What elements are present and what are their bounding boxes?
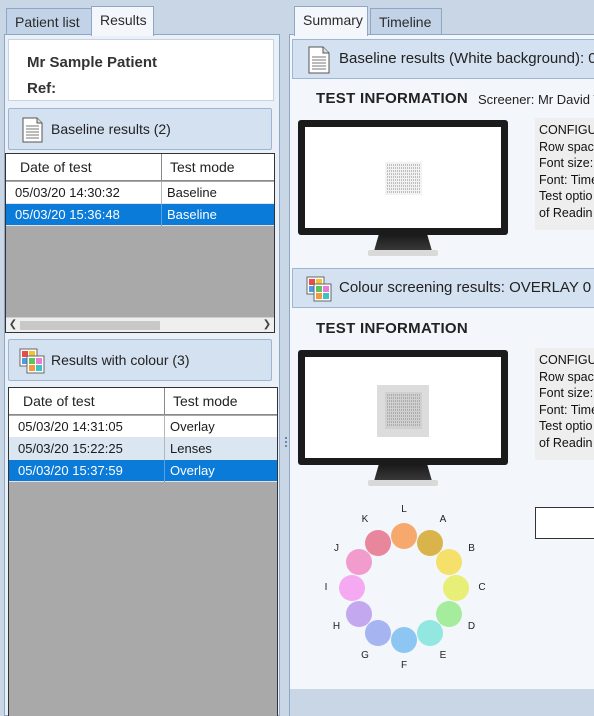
colour-swatch-label: G	[361, 649, 369, 661]
colour-swatch-label: J	[333, 543, 339, 554]
document-icon	[308, 46, 330, 74]
table-row[interactable]: 05/03/20 15:22:25 Lenses	[9, 438, 277, 460]
colour-swatch-c	[443, 575, 469, 601]
row-mode: Overlay	[170, 463, 215, 478]
colour-swatch-label: K	[361, 514, 369, 526]
row-date: 05/03/20 15:37:59	[18, 463, 123, 478]
overlay-sample-thumbnail	[377, 385, 429, 437]
colour-swatch-label: B	[468, 543, 475, 554]
config-line: Test optio	[539, 419, 593, 434]
config-line: Test optio	[539, 189, 593, 204]
config-line: Row spac	[539, 369, 594, 384]
colour-swatch-d	[436, 601, 463, 627]
colour-swatch-g	[365, 620, 391, 647]
config-line: CONFIGU	[539, 123, 594, 137]
colour-swatch-label: H	[332, 621, 341, 632]
row-mode: Baseline	[167, 207, 217, 222]
results-panel: Mr Sample Patient Ref: Baseline results …	[4, 34, 280, 716]
colour-swatch-label: A	[439, 514, 447, 526]
colour-swatch-j	[345, 549, 372, 575]
row-mode: Overlay	[170, 419, 215, 434]
colour-swatch-f	[391, 627, 417, 653]
tab-results[interactable]: Results	[91, 6, 154, 36]
row-date: 05/03/20 15:36:48	[15, 207, 120, 222]
patient-ref-label: Ref:	[27, 80, 57, 97]
colour-swatch-b	[436, 549, 463, 575]
config-line: of Readin	[539, 205, 593, 220]
tab-patient-list[interactable]: Patient list	[6, 8, 92, 36]
row-mode: Baseline	[167, 185, 217, 200]
colour-swatch-l	[391, 523, 417, 549]
config-line: CONFIGU	[539, 353, 594, 367]
colour-swatch-i	[339, 575, 365, 601]
table-row-selected[interactable]: 05/03/20 15:37:59 Overlay	[9, 460, 277, 482]
baseline-summary-title: Baseline results (White background): 05	[339, 50, 594, 67]
scrollbar-thumb[interactable]	[20, 321, 160, 330]
config-line: Font: Time	[539, 172, 594, 187]
colour-swatch-label: D	[467, 621, 476, 632]
patient-name: Mr Sample Patient	[27, 54, 158, 71]
config-line: Font size:	[539, 156, 594, 171]
table-header: Date of test Test mode	[6, 154, 274, 181]
column-header-date[interactable]: Date of test	[20, 154, 92, 181]
horizontal-scrollbar[interactable]: ❮ ❯	[6, 317, 274, 332]
colour-palette-icon	[306, 276, 332, 302]
baseline-results-table[interactable]: Date of test Test mode 05/03/20 14:30:32…	[5, 153, 275, 333]
tab-summary[interactable]: Summary	[294, 6, 368, 36]
colour-swatch-label: E	[439, 649, 447, 661]
result-box	[535, 507, 594, 539]
colour-palette-icon	[19, 348, 45, 374]
colour-results-label: Results with colour (3)	[51, 352, 190, 368]
summary-panel: Baseline results (White background): 05 …	[289, 34, 594, 716]
scroll-right-icon[interactable]: ❯	[260, 318, 274, 333]
table-row-selected[interactable]: 05/03/20 15:36:48 Baseline	[6, 204, 274, 226]
column-header-date[interactable]: Date of test	[23, 388, 95, 415]
config-line: Row spac	[539, 139, 594, 154]
config-line: Font size:	[539, 386, 594, 401]
bottom-band	[290, 689, 594, 716]
colour-summary-title: Colour screening results: OVERLAY 0	[339, 279, 592, 296]
baseline-results-header[interactable]: Baseline results (2)	[8, 108, 272, 150]
pane-splitter[interactable]	[284, 436, 288, 450]
colour-swatch-label: I	[324, 582, 328, 593]
colour-swatch-a	[417, 529, 443, 556]
colour-summary-header: Colour screening results: OVERLAY 0	[292, 268, 594, 308]
screener-label: Screener: Mr David T	[478, 92, 594, 107]
config-line: Font: Time	[539, 402, 594, 417]
colour-swatch-h	[345, 601, 372, 627]
colour-swatch-label: C	[478, 582, 486, 593]
baseline-summary-header: Baseline results (White background): 05	[292, 39, 594, 79]
row-mode: Lenses	[170, 441, 212, 456]
table-row[interactable]: 05/03/20 14:31:05 Overlay	[9, 416, 277, 438]
row-date: 05/03/20 14:30:32	[15, 185, 120, 200]
table-row[interactable]: 05/03/20 14:30:32 Baseline	[6, 182, 274, 204]
column-header-mode[interactable]: Test mode	[173, 388, 238, 415]
column-header-mode[interactable]: Test mode	[170, 154, 235, 181]
configuration-panel-colour: CONFIGU Row spac Font size: Font: Time T…	[535, 348, 594, 460]
tab-timeline[interactable]: Timeline	[370, 8, 442, 36]
baseline-results-label: Baseline results (2)	[51, 121, 171, 137]
colour-swatch-e	[417, 620, 443, 647]
scroll-left-icon[interactable]: ❮	[6, 318, 20, 333]
row-date: 05/03/20 14:31:05	[18, 419, 123, 434]
configuration-panel: CONFIGU Row spac Font size: Font: Time T…	[535, 118, 594, 230]
colour-results-table[interactable]: Date of test Test mode 05/03/20 14:31:05…	[8, 387, 278, 716]
test-information-title-2: TEST INFORMATION	[316, 320, 469, 337]
patient-info: Mr Sample Patient Ref:	[8, 39, 274, 101]
colour-swatch-label: L	[401, 504, 407, 515]
colour-swatch-label: F	[400, 660, 408, 671]
colour-swatch-k	[365, 529, 391, 556]
config-line: of Readin	[539, 435, 593, 450]
document-icon	[22, 117, 43, 143]
colour-results-header[interactable]: Results with colour (3)	[8, 339, 272, 381]
text-sample-thumbnail	[385, 162, 422, 195]
row-date: 05/03/20 15:22:25	[18, 441, 123, 456]
table-header: Date of test Test mode	[9, 388, 277, 415]
test-information-title: TEST INFORMATION	[316, 90, 469, 107]
